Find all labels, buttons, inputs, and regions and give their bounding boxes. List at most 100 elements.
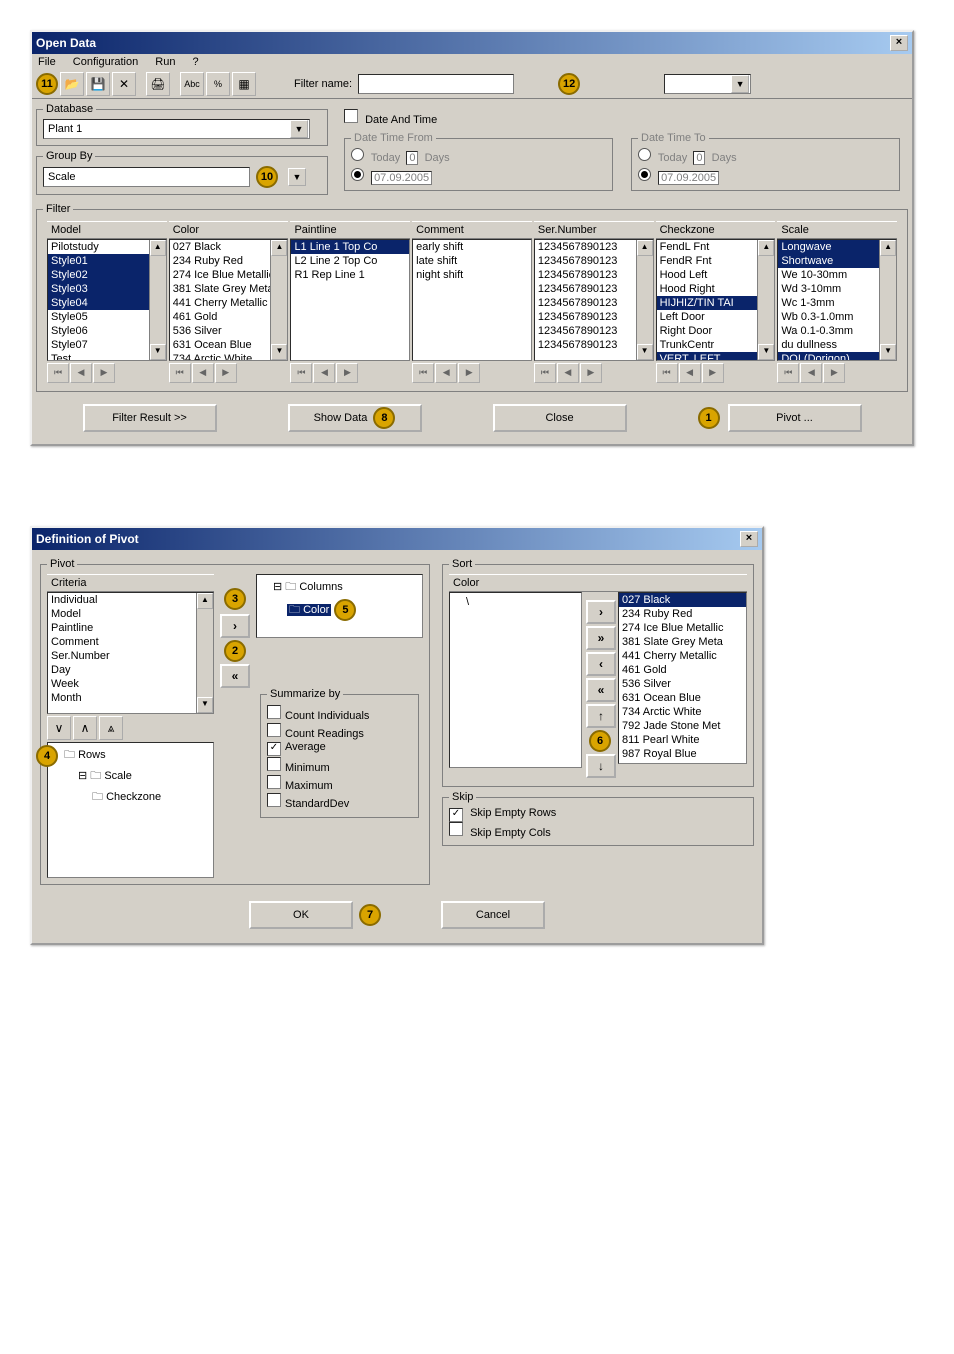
list-item[interactable]: 811 Pearl White: [619, 733, 746, 747]
pager-button[interactable]: ⏮: [777, 363, 799, 383]
cancel-button[interactable]: Cancel: [441, 901, 545, 929]
list-item[interactable]: 234 Ruby Red: [619, 607, 746, 621]
scroll-up-icon[interactable]: ▲: [758, 240, 774, 256]
list-item[interactable]: 987 Royal Blue: [619, 747, 746, 761]
save-icon[interactable]: 💾: [86, 72, 110, 96]
pager-button[interactable]: ⏮: [656, 363, 678, 383]
pager-button[interactable]: ▶: [823, 363, 845, 383]
chevron-down-icon[interactable]: ▼: [731, 75, 749, 93]
sort-list[interactable]: 027 Black234 Ruby Red274 Ice Blue Metall…: [618, 592, 747, 764]
chevron-down-icon[interactable]: ▼: [290, 120, 308, 138]
move-right-button[interactable]: ›: [220, 614, 250, 638]
show-data-button[interactable]: Show Data 8: [288, 404, 422, 432]
summarize-option[interactable]: Maximum: [267, 775, 412, 792]
pager-button[interactable]: ⏮: [169, 363, 191, 383]
rows-scale-node[interactable]: ⊟ 🗀 Scale: [50, 766, 211, 787]
checkbox[interactable]: ✓: [267, 742, 281, 756]
scroll-down-icon[interactable]: ▼: [150, 344, 166, 360]
scroll-up-icon[interactable]: ▲: [271, 240, 287, 256]
pager-button[interactable]: ◀: [435, 363, 457, 383]
list-item[interactable]: 536 Silver: [619, 677, 746, 691]
list-item[interactable]: Day: [48, 663, 213, 677]
ok-button[interactable]: OK: [249, 901, 353, 929]
rows-checkzone-node[interactable]: 🗀 Checkzone: [50, 787, 211, 808]
columns-color-node[interactable]: 🗀 Color 5: [259, 598, 420, 622]
chevron-down-icon[interactable]: ▼: [288, 168, 306, 186]
list-item[interactable]: Paintline: [48, 621, 213, 635]
from-today-radio[interactable]: [351, 148, 364, 161]
filter-listbox[interactable]: PilotstudyStyle01Style02Style03Style04St…: [47, 239, 167, 361]
list-item[interactable]: 027 Black: [619, 593, 746, 607]
list-item[interactable]: 441 Cherry Metallic: [619, 649, 746, 663]
list-item[interactable]: night shift: [413, 268, 531, 282]
pager-button[interactable]: ▶: [336, 363, 358, 383]
pager-button[interactable]: ▶: [93, 363, 115, 383]
filter-name-dropdown[interactable]: ▼: [664, 74, 751, 94]
abc-icon[interactable]: Abc: [180, 72, 204, 96]
scroll-down-icon[interactable]: ▼: [880, 344, 896, 360]
groupby-dropdown[interactable]: Scale: [43, 167, 250, 187]
open-icon[interactable]: 📂: [60, 72, 84, 96]
from-days-field[interactable]: 0: [406, 151, 418, 165]
summarize-option[interactable]: ✓Average: [267, 741, 412, 756]
scroll-down-icon[interactable]: ▼: [271, 344, 287, 360]
scroll-up-icon[interactable]: ▲: [150, 240, 166, 256]
pager-button[interactable]: ◀: [800, 363, 822, 383]
sort-move-left[interactable]: ‹: [586, 652, 616, 676]
sort-move-down[interactable]: ↓: [586, 754, 616, 778]
list-item[interactable]: late shift: [413, 254, 531, 268]
scroll-down-icon[interactable]: ▼: [197, 697, 213, 713]
list-item[interactable]: 734 Arctic White: [619, 705, 746, 719]
move-left-button[interactable]: «: [220, 664, 250, 688]
to-date-field[interactable]: 07.09.2005: [658, 171, 719, 185]
scroll-up-icon[interactable]: ▲: [197, 593, 213, 609]
list-item[interactable]: Model: [48, 607, 213, 621]
list-item[interactable]: Comment: [48, 635, 213, 649]
checkbox[interactable]: [267, 723, 281, 737]
datetime-checkbox[interactable]: [344, 109, 358, 123]
rows-node[interactable]: 🗀 Rows: [50, 745, 211, 766]
pager-button[interactable]: ◀: [192, 363, 214, 383]
criteria-list[interactable]: IndividualModelPaintlineCommentSer.Numbe…: [47, 592, 214, 714]
sort-move-right[interactable]: ›: [586, 600, 616, 624]
scroll-down-icon[interactable]: ▼: [758, 344, 774, 360]
menu-file[interactable]: File: [38, 56, 56, 68]
columns-node[interactable]: ⊟ 🗀 Columns: [259, 577, 420, 598]
close-icon[interactable]: ×: [890, 35, 908, 51]
checkbox[interactable]: [267, 775, 281, 789]
print-icon[interactable]: 🖨: [146, 72, 170, 96]
filter-listbox[interactable]: 1234567890123123456789012312345678901231…: [534, 239, 654, 361]
checkbox[interactable]: [267, 757, 281, 771]
titlebar[interactable]: Open Data ×: [32, 32, 912, 54]
sort-move-left-all[interactable]: «: [586, 678, 616, 702]
checkbox[interactable]: [267, 705, 281, 719]
pager-button[interactable]: ▶: [458, 363, 480, 383]
scroll-up-icon[interactable]: ▲: [637, 240, 653, 256]
pager-button[interactable]: ◀: [557, 363, 579, 383]
list-item[interactable]: Ser.Number: [48, 649, 213, 663]
database-dropdown[interactable]: Plant 1 ▼: [43, 119, 310, 139]
list-item[interactable]: 274 Ice Blue Metallic: [619, 621, 746, 635]
list-item[interactable]: L2 Line 2 Top Co: [291, 254, 409, 268]
list-item[interactable]: 461 Gold: [619, 663, 746, 677]
pager-button[interactable]: ▶: [215, 363, 237, 383]
pager-button[interactable]: ⏮: [290, 363, 312, 383]
close-button[interactable]: Close: [493, 404, 627, 432]
list-item[interactable]: early shift: [413, 240, 531, 254]
list-item[interactable]: L1 Line 1 Top Co: [291, 240, 409, 254]
pager-button[interactable]: ◀: [70, 363, 92, 383]
pager-button[interactable]: ⏮: [534, 363, 556, 383]
list-item[interactable]: 381 Slate Grey Meta: [619, 635, 746, 649]
list-item[interactable]: R1 Rep Line 1: [291, 268, 409, 282]
scrollbar[interactable]: ▲▼: [270, 240, 287, 360]
to-days-field[interactable]: 0: [693, 151, 705, 165]
rows-tree[interactable]: 4 🗀 Rows ⊟ 🗀 Scale 🗀 Checkzone: [47, 742, 214, 878]
checkbox[interactable]: [267, 793, 281, 807]
sort-move-up[interactable]: ↑: [586, 704, 616, 728]
close-icon[interactable]: ×: [740, 531, 758, 547]
sort-tree-placeholder[interactable]: \: [449, 592, 582, 768]
pager-button[interactable]: ◀: [313, 363, 335, 383]
from-date-field[interactable]: 07.09.2005: [371, 171, 432, 185]
expand-down-icon[interactable]: ∨: [47, 716, 71, 740]
scroll-up-icon[interactable]: ▲: [880, 240, 896, 256]
